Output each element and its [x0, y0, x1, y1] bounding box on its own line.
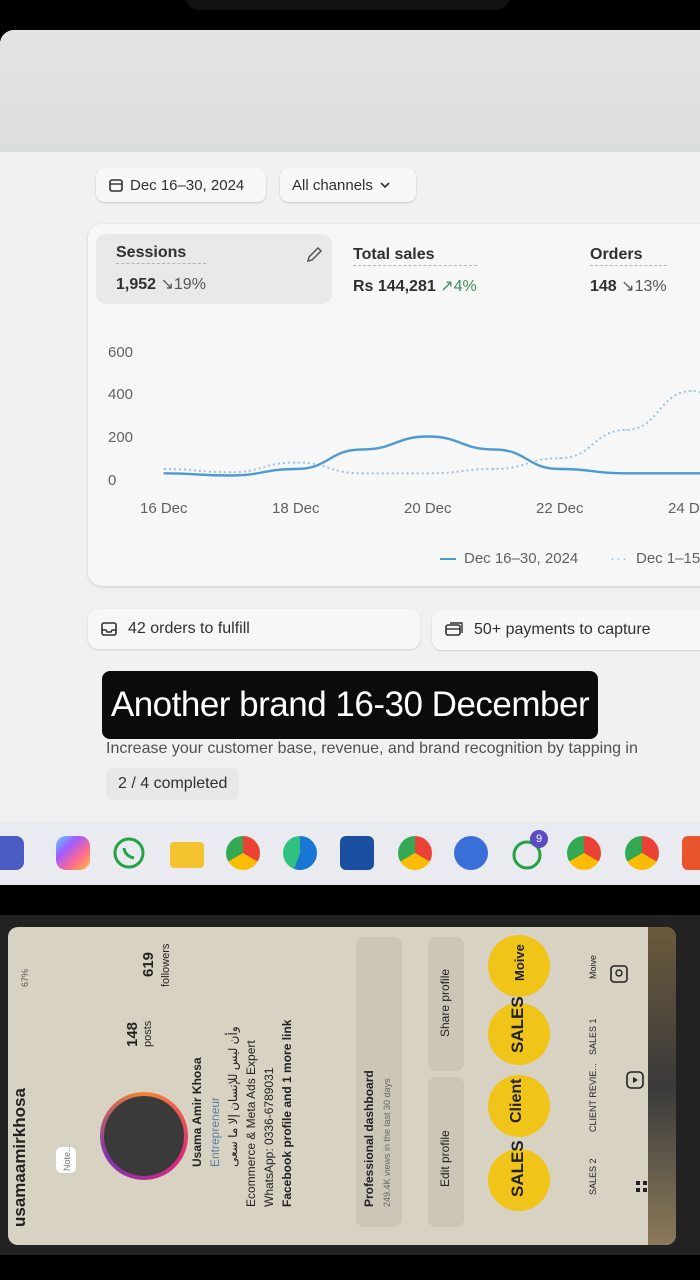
point-current-2: [295, 468, 297, 470]
monitor-screen: Dec 16–30, 2024 All channels Sessions 1,…: [0, 30, 700, 885]
edit-profile-label: Edit profile: [438, 1130, 452, 1187]
channels-label: All channels: [292, 176, 373, 194]
point-current-8: [691, 472, 693, 475]
highlight-sales-1-label: SALES 1: [588, 1018, 598, 1055]
point-previous-6: [559, 457, 561, 459]
stat-followers-value[interactable]: 619: [140, 952, 157, 977]
chrome-profile-icon[interactable]: [398, 836, 432, 870]
point-current-7: [625, 472, 627, 475]
windows-taskbar: 9: [0, 822, 700, 885]
whatsapp-icon[interactable]: [112, 836, 146, 870]
profile-name: Usama Amir Khosa: [190, 1057, 204, 1167]
orders-task-label: 42 orders to fulfill: [128, 620, 250, 637]
point-previous-2: [295, 461, 297, 464]
series-line-previous: [163, 389, 700, 475]
office-icon[interactable]: [682, 836, 700, 870]
chrome-icon[interactable]: [226, 836, 260, 870]
point-previous-4: [427, 472, 429, 475]
phone-device: usamaamirkhosa 67% Note... 148 posts 619…: [0, 915, 700, 1255]
camera-app-icon[interactable]: [0, 836, 24, 870]
reels-icon[interactable]: [624, 1069, 646, 1091]
legend-dotted-swatch: ···: [610, 550, 628, 567]
x-tick-22-dec: 22 Dec: [536, 500, 584, 517]
x-tick-16-dec: 16 Dec: [140, 500, 188, 517]
avatar-ring[interactable]: [100, 1092, 188, 1180]
chevron-down-icon: [380, 182, 390, 189]
highlight-sales-1-cover: SALES: [508, 996, 527, 1053]
legend-previous: ··· Dec 1–15: [610, 550, 700, 567]
chrome-icon-2[interactable]: [567, 836, 601, 870]
post-thumbnails[interactable]: [648, 927, 676, 1245]
instagram-profile-screen: usamaamirkhosa 67% Note... 148 posts 619…: [8, 927, 676, 1245]
note-text: Note...: [62, 1144, 72, 1171]
stat-posts-value: 148: [124, 1021, 141, 1047]
x-tick-24-dec: 24 D: [668, 500, 700, 517]
metrics-card: Sessions 1,952 ↘19% Total sales Rs 144,2…: [88, 224, 700, 586]
legend-previous-label: Dec 1–15: [636, 550, 700, 567]
sessions-line-chart: [163, 389, 700, 477]
calendar-icon: [109, 179, 123, 192]
highlight-moive-cover: Moive: [512, 944, 527, 981]
dashboard-subtitle: 249.4K views in the last 30 days: [382, 1078, 392, 1207]
series-line-current: [163, 435, 700, 477]
profile-link[interactable]: Facebook profile and 1 more link: [280, 1020, 294, 1207]
setup-description: Increase your customer base, revenue, an…: [106, 740, 638, 757]
point-previous-3: [361, 472, 363, 475]
whatsapp-badge: 9: [530, 830, 548, 848]
story-caption: Another brand 16-30 December: [102, 671, 598, 739]
status-battery: 67%: [20, 968, 30, 987]
highlight-client-label: CLIENT REVIE...: [588, 1063, 598, 1132]
point-previous-7: [625, 429, 627, 431]
screen-glare: [0, 30, 700, 152]
point-previous-0: [163, 468, 165, 470]
stat-followers-label: followers: [160, 943, 172, 987]
x-tick-18-dec: 18 Dec: [272, 500, 320, 517]
legend-current-label: Dec 16–30, 2024: [464, 550, 579, 567]
highlight-client-cover: Client: [508, 1078, 525, 1123]
point-previous-5: [493, 468, 495, 470]
analytics-page: Dec 16–30, 2024 All channels Sessions 1,…: [0, 152, 700, 822]
point-current-3: [361, 448, 363, 451]
highlight-sales-2-cover: SALES: [508, 1140, 527, 1197]
chrome-alt-icon[interactable]: [454, 836, 488, 870]
channels-dropdown[interactable]: All channels: [280, 168, 416, 202]
legend-current: Dec 16–30, 2024: [440, 550, 578, 567]
edge-icon[interactable]: [283, 836, 317, 870]
share-profile-label: Share profile: [438, 968, 452, 1037]
stat-posts-label: posts: [142, 1020, 154, 1047]
profile-whatsapp: WhatsApp: 0336-6789031: [262, 1067, 276, 1207]
point-current-0: [163, 472, 165, 475]
payments-task-label: 50+ payments to capture: [474, 621, 651, 638]
inbox-icon: [101, 622, 117, 636]
highlight-sales-2-label: SALES 2: [588, 1158, 598, 1195]
point-current-1: [229, 474, 231, 477]
legend-solid-swatch: [440, 557, 456, 560]
highlight-moive-label: Moive: [588, 954, 598, 979]
point-current-5: [493, 448, 495, 451]
chrome-icon-3[interactable]: [625, 836, 659, 870]
date-range-button[interactable]: Dec 16–30, 2024: [96, 168, 266, 202]
profile-arabic-line: وأن ليس للإنسان إلا ما سعى: [226, 1026, 240, 1167]
point-previous-1: [229, 471, 231, 474]
point-previous-8: [691, 390, 693, 392]
profile-category: Entrepreneur: [208, 1096, 222, 1167]
x-tick-20-dec: 20 Dec: [404, 500, 452, 517]
phone-notch: [185, 0, 510, 10]
file-explorer-icon[interactable]: [170, 842, 204, 868]
point-current-4: [427, 435, 429, 438]
setup-progress: 2 / 4 completed: [106, 768, 240, 800]
point-current-6: [559, 468, 561, 470]
date-range-label: Dec 16–30, 2024: [130, 176, 245, 194]
profile-bio-line: Ecommerce & Meta Ads Expert: [244, 1040, 258, 1207]
avatar: [104, 1096, 184, 1176]
profile-username: usamaamirkhosa: [10, 1088, 29, 1227]
orders-to-fulfill[interactable]: 42 orders to fulfill: [88, 609, 420, 649]
copilot-icon[interactable]: [56, 836, 90, 870]
microsoft-store-icon[interactable]: [340, 836, 374, 870]
payments-to-capture[interactable]: 50+ payments to capture: [432, 610, 700, 650]
tagged-icon[interactable]: [608, 963, 630, 985]
dashboard-title: Professional dashboard: [362, 1070, 376, 1207]
payment-card-icon: [445, 622, 463, 636]
